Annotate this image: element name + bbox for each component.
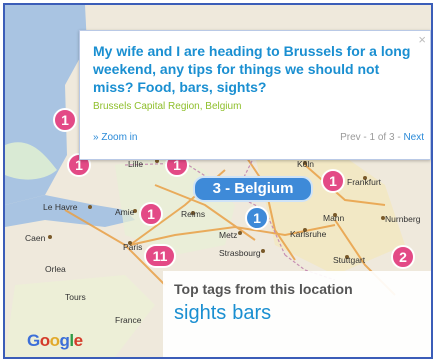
- map-marker[interactable]: 1: [53, 108, 77, 132]
- city-label: Mann: [323, 213, 345, 223]
- logo-letter: o: [49, 331, 60, 350]
- map-marker[interactable]: 1: [321, 169, 345, 193]
- logo-letter: G: [27, 331, 40, 350]
- city-label: Köln: [297, 159, 314, 169]
- city-label: Nurnberg: [385, 214, 421, 224]
- city-label: Metz: [219, 230, 237, 240]
- marker-label: 1: [61, 112, 69, 128]
- map-frame: Lille Köln Frankfurt Le Havre Amie Reims…: [3, 3, 433, 359]
- popup-question[interactable]: My wife and I are heading to Brussels fo…: [93, 42, 413, 96]
- logo-letter: o: [39, 331, 50, 350]
- city-label: Le Havre: [43, 202, 78, 212]
- logo-letter: g: [59, 331, 70, 350]
- next-link[interactable]: Next: [403, 132, 424, 143]
- question-popup: × My wife and I are heading to Brussels …: [79, 30, 431, 160]
- pager-counter: 1 of 3: [369, 132, 395, 143]
- tag-link[interactable]: bars: [232, 302, 271, 324]
- city-label: Lille: [128, 159, 143, 169]
- marker-label: 11: [153, 248, 168, 264]
- map-marker[interactable]: 11: [144, 244, 176, 268]
- city-label: Strasbourg: [219, 248, 261, 258]
- map-marker[interactable]: 1: [245, 206, 269, 230]
- google-logo[interactable]: Google: [27, 331, 83, 351]
- marker-label: 1: [147, 206, 155, 222]
- city-label: Orlea: [45, 264, 66, 274]
- cluster-badge-belgium[interactable]: 3 - Belgium: [193, 176, 313, 202]
- city-label: Karlsruhe: [290, 229, 327, 239]
- close-icon[interactable]: ×: [418, 33, 426, 46]
- tags-list: sights bars: [174, 302, 277, 325]
- city-label: Frankfurt: [347, 177, 382, 187]
- city-label: Amie: [115, 207, 135, 217]
- tags-heading: Top tags from this location: [174, 281, 353, 297]
- marker-label: 1: [329, 173, 337, 189]
- city-label: Tours: [65, 292, 86, 302]
- popup-pager: Prev - 1 of 3 - Next: [340, 132, 424, 143]
- map-marker[interactable]: 2: [391, 245, 415, 269]
- zoom-in-link[interactable]: » Zoom in: [93, 132, 137, 143]
- logo-letter: e: [73, 331, 83, 350]
- tag-link[interactable]: sights: [174, 302, 226, 324]
- prev-link[interactable]: Prev: [340, 132, 361, 143]
- tags-panel: Top tags from this location sights bars: [163, 271, 431, 357]
- marker-label: 2: [399, 249, 407, 265]
- marker-label: 1: [253, 210, 261, 226]
- city-label: France: [115, 315, 142, 325]
- city-label: Stuttgart: [333, 255, 366, 265]
- city-label: Caen: [25, 233, 46, 243]
- city-label: Reims: [181, 209, 205, 219]
- city-label: Paris: [123, 242, 142, 252]
- map-marker[interactable]: 1: [139, 202, 163, 226]
- popup-region: Brussels Capital Region, Belgium: [93, 101, 242, 112]
